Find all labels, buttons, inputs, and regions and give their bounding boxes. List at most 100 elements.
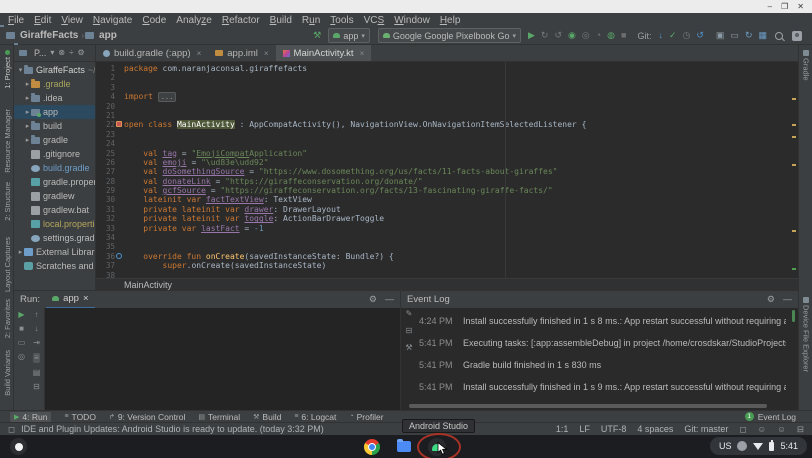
write-lock-icon[interactable]: ◻ bbox=[739, 424, 746, 435]
tool-resource-manager[interactable]: Resource Manager bbox=[0, 109, 14, 173]
menu-edit[interactable]: Edit bbox=[29, 15, 56, 26]
collapse-all-icon[interactable]: ÷ bbox=[69, 49, 73, 57]
tool-project[interactable]: 1: Project bbox=[0, 50, 14, 89]
close-tab-icon[interactable]: × bbox=[83, 293, 89, 304]
tool-favorites[interactable]: 2: Favorites bbox=[0, 299, 14, 338]
project-view-selector[interactable]: P... bbox=[34, 48, 46, 58]
toolwindow-tab-6-logcat[interactable]: ≡6: Logcat bbox=[294, 412, 336, 422]
feedback-smiley-icon[interactable]: ☺ bbox=[758, 424, 767, 434]
tree-item-gradlew-bat[interactable]: gradlew.bat bbox=[14, 203, 95, 217]
class-gutter-icon[interactable] bbox=[116, 121, 122, 127]
tree-arrow-icon[interactable]: ▾ bbox=[17, 66, 24, 74]
error-stripe-mark[interactable] bbox=[792, 98, 796, 100]
tool-device-file-explorer[interactable]: Device File Explorer bbox=[799, 297, 812, 372]
apply-code-changes-icon[interactable]: ↺ bbox=[554, 31, 562, 40]
vertical-scrollbar[interactable] bbox=[792, 310, 795, 322]
tool-build-variants[interactable]: Build Variants bbox=[0, 350, 14, 396]
menu-help[interactable]: Help bbox=[435, 15, 466, 26]
sdk-manager-icon[interactable]: ▦ bbox=[758, 31, 767, 40]
feedback-smiley2-icon[interactable]: ☺ bbox=[777, 424, 786, 434]
error-stripe-mark[interactable] bbox=[792, 136, 796, 138]
tree-arrow-icon[interactable]: ▸ bbox=[24, 136, 31, 144]
tree-item-gradlew[interactable]: gradlew bbox=[14, 189, 95, 203]
settings-edit-icon[interactable]: ✎ bbox=[406, 310, 413, 318]
search-icon[interactable] bbox=[775, 32, 783, 40]
status-segment-1[interactable]: LF bbox=[579, 424, 590, 434]
system-tray[interactable]: US 5:41 bbox=[710, 437, 807, 455]
up-stack-icon[interactable]: ↑ bbox=[35, 311, 39, 319]
profile-app-icon[interactable]: ◍ bbox=[607, 31, 615, 40]
menu-window[interactable]: Window bbox=[389, 15, 435, 26]
status-segment-0[interactable]: 1:1 bbox=[556, 424, 569, 434]
error-stripe-mark[interactable] bbox=[792, 124, 796, 126]
print-icon[interactable]: ▤ bbox=[33, 369, 41, 377]
toolwindow-tab-profiler[interactable]: ◔Profiler bbox=[349, 412, 383, 422]
panel-settings-icon[interactable]: ⚙ bbox=[369, 294, 377, 305]
clear-icon[interactable]: ⊟ bbox=[33, 383, 40, 391]
status-segment-2[interactable]: UTF-8 bbox=[601, 424, 627, 434]
device-manager-icon[interactable]: ▣ bbox=[716, 31, 725, 40]
editor-breadcrumbs[interactable]: MainActivity bbox=[96, 278, 798, 290]
code-editor[interactable]: 1234202122232425262728293031323334353637… bbox=[96, 62, 798, 278]
toolwindow-tab-terminal[interactable]: ▤Terminal bbox=[198, 412, 240, 422]
event-log-entry[interactable]: 5:41 PMGradle build finished in 1 s 830 … bbox=[419, 360, 786, 370]
tree-item--gitignore[interactable]: .gitignore bbox=[14, 147, 95, 161]
debug-icon[interactable]: ◉ bbox=[568, 31, 576, 40]
apply-changes-icon[interactable]: ↻ bbox=[541, 31, 549, 40]
tree-item-gradle-properties[interactable]: gradle.properties bbox=[14, 175, 95, 189]
tree-item-external-libraries[interactable]: ▸External Libraries bbox=[14, 245, 95, 259]
breadcrumb-module[interactable]: app bbox=[99, 30, 117, 41]
profiler-gauge-icon[interactable]: ◔ bbox=[596, 31, 601, 40]
panel-settings-icon[interactable]: ⚙ bbox=[77, 49, 84, 57]
tree-arrow-icon[interactable]: ▸ bbox=[24, 80, 31, 88]
layout-inspector-icon[interactable]: ▭ bbox=[730, 31, 739, 40]
close-tab-icon[interactable]: × bbox=[197, 49, 202, 58]
tree-item-giraffefacts[interactable]: ▾GiraffeFacts~/S bbox=[14, 63, 95, 77]
menu-navigate[interactable]: Navigate bbox=[88, 15, 137, 26]
event-log-body[interactable]: ✎⊟⚒ 4:24 PMInstall successfully finished… bbox=[401, 308, 798, 410]
breadcrumb-project[interactable]: GiraffeFacts bbox=[20, 30, 78, 41]
down-stack-icon[interactable]: ↓ bbox=[35, 325, 39, 333]
chrome-icon[interactable] bbox=[364, 439, 380, 455]
device-select[interactable]: Google Google Pixelbook Go ▾ bbox=[378, 28, 521, 43]
error-stripe-mark[interactable] bbox=[792, 164, 796, 166]
tree-item-settings-gradle[interactable]: settings.gradle bbox=[14, 231, 95, 245]
menu-build[interactable]: Build bbox=[265, 15, 297, 26]
status-segment-4[interactable]: Git: master bbox=[684, 424, 728, 434]
run-tab-app[interactable]: app × bbox=[46, 291, 94, 309]
build-hammer-icon[interactable]: ⚒ bbox=[313, 31, 321, 40]
tree-item-build[interactable]: ▸build bbox=[14, 119, 95, 133]
chevron-down-icon[interactable]: ▾ bbox=[50, 49, 54, 57]
hide-panel-icon[interactable]: — bbox=[385, 294, 394, 305]
update-project-icon[interactable]: ↓ bbox=[658, 31, 663, 40]
tab-app-iml[interactable]: app.iml× bbox=[208, 45, 275, 61]
menu-vcs[interactable]: VCS bbox=[359, 15, 390, 26]
dump-icon[interactable]: ⊟ bbox=[797, 424, 804, 435]
toolwindow-tab-todo[interactable]: ≡TODO bbox=[64, 412, 96, 422]
launcher-button[interactable] bbox=[10, 438, 27, 455]
menu-file[interactable]: File bbox=[3, 15, 29, 26]
run-console[interactable]: ▶■▭◎ ↑↓⇥≡▤⊟ bbox=[14, 308, 400, 410]
clear-all-icon[interactable]: ⊟ bbox=[406, 327, 413, 335]
menu-tools[interactable]: Tools bbox=[325, 15, 358, 26]
maximize-icon[interactable]: ❐ bbox=[781, 3, 788, 11]
tree-arrow-icon[interactable]: ▸ bbox=[24, 122, 31, 130]
event-log-entry[interactable]: 5:41 PMInstall successfully finished in … bbox=[419, 382, 786, 392]
soft-wrap-icon[interactable]: ≡ bbox=[33, 353, 40, 363]
toolwindow-tab-9-version-control[interactable]: ↱9: Version Control bbox=[109, 412, 185, 422]
tab-build-gradle-app-[interactable]: build.gradle (:app)× bbox=[96, 45, 208, 61]
restore-layout-icon[interactable]: ▭ bbox=[18, 339, 26, 347]
breadcrumb-class[interactable]: MainActivity bbox=[124, 280, 172, 290]
status-segment-3[interactable]: 4 spaces bbox=[637, 424, 673, 434]
tree-arrow-icon[interactable]: ▸ bbox=[17, 248, 24, 256]
profile-avatar-icon[interactable] bbox=[792, 31, 802, 41]
sync-gradle-icon[interactable]: ↻ bbox=[745, 31, 753, 40]
tree-item-gradle[interactable]: ▸gradle bbox=[14, 133, 95, 147]
tree-item-scratches-and-consoles[interactable]: Scratches and Consoles bbox=[14, 259, 95, 273]
commit-icon[interactable]: ✓ bbox=[669, 31, 677, 40]
run-config-select[interactable]: app ▾ bbox=[328, 28, 370, 43]
close-tab-icon[interactable]: × bbox=[264, 49, 269, 58]
stop-icon[interactable]: ■ bbox=[19, 325, 24, 333]
filter-icon[interactable]: ⚒ bbox=[405, 344, 412, 352]
history-icon[interactable]: ◷ bbox=[683, 31, 691, 40]
